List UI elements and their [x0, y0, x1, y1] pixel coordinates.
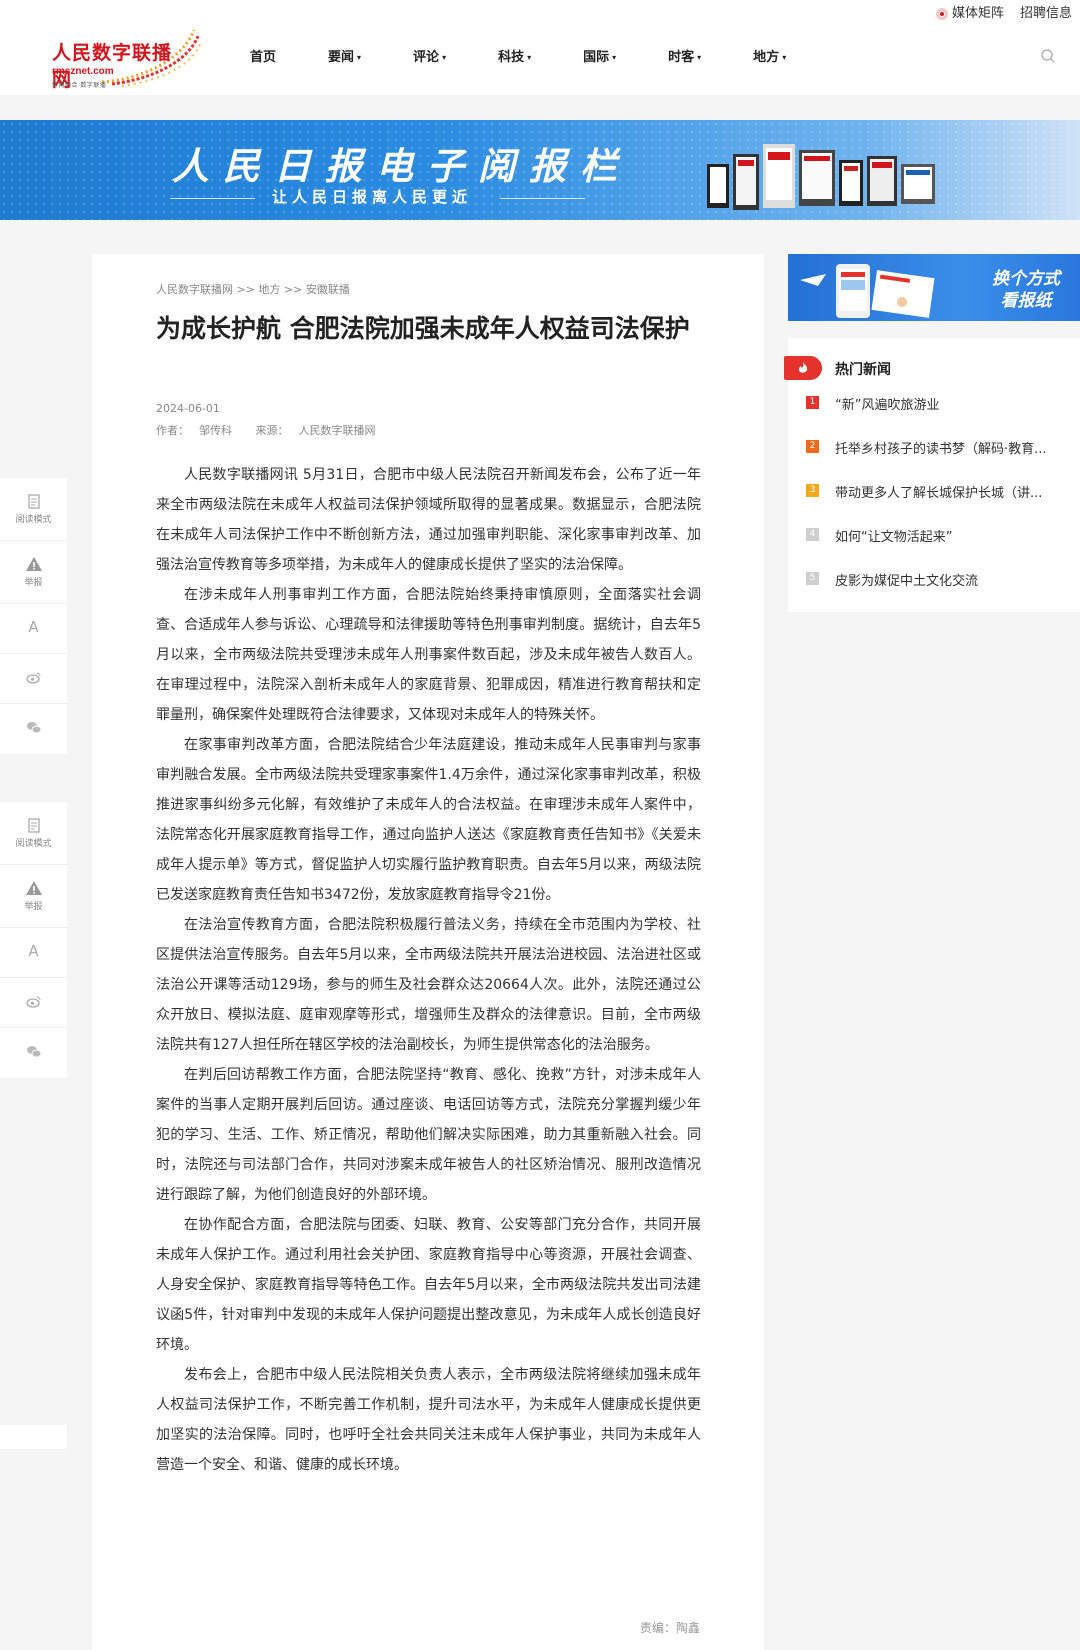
- fire-icon: [784, 356, 822, 380]
- font-size-icon: A: [28, 618, 39, 636]
- author-name: 邹传科: [199, 424, 232, 437]
- chevron-down-icon: ▾: [357, 53, 362, 62]
- share-weibo-button[interactable]: [0, 654, 67, 704]
- hot-news-header: 热门新闻: [784, 356, 1080, 384]
- weibo-icon: [25, 996, 40, 1008]
- nav-shike[interactable]: 时客 ▾: [668, 46, 701, 65]
- chevron-down-icon: ▾: [782, 53, 787, 62]
- nav-commentary[interactable]: 评论 ▾: [413, 46, 446, 65]
- reading-mode-button[interactable]: 阅读模式: [0, 802, 67, 865]
- article-meta: 作者： 邹传科 来源： 人民数字联播网: [156, 422, 396, 438]
- phone-newspaper-illustration: [800, 264, 935, 318]
- article-card: 人民数字联播网 >> 地方 >> 安徽联播 为成长护航 合肥法院加强未成年人权益…: [92, 254, 764, 1650]
- list-item[interactable]: 4 如何“让文物活起来”: [806, 526, 1047, 570]
- report-button[interactable]: 举报: [0, 865, 67, 928]
- media-matrix-link[interactable]: 媒体矩阵: [935, 2, 1004, 21]
- logo-slogan: 新网融合 数字联播: [52, 82, 107, 89]
- nav-news[interactable]: 要闻 ▾: [328, 46, 361, 65]
- hot-news-title: 热门新闻: [835, 362, 891, 378]
- hot-news-list: 1 “新”风遍吹旅游业 2 托举乡村孩子的读书梦（解码·教育... 3 带动更多人了解…: [806, 394, 1047, 614]
- font-size-button[interactable]: A: [0, 928, 67, 978]
- site-logo[interactable]: 人民数字联播网 rmsznet.com 新网融合 数字联播: [22, 12, 201, 91]
- share-weibo-button[interactable]: [0, 978, 67, 1028]
- collapsed-widget[interactable]: [0, 1425, 67, 1449]
- chevron-down-icon: ▾: [612, 53, 617, 62]
- author-label: 作者：: [156, 424, 189, 437]
- publish-date: 2024-06-01: [156, 402, 220, 415]
- nav-home[interactable]: 首页: [250, 46, 276, 65]
- ad-slogan: 换个方式 看报纸: [992, 269, 1060, 311]
- jobs-link[interactable]: 招聘信息: [1020, 2, 1072, 21]
- nav-international[interactable]: 国际 ▾: [583, 46, 616, 65]
- share-wechat-button[interactable]: [0, 1028, 67, 1078]
- rank-badge: 1: [806, 396, 819, 409]
- editor-credit: 责编：陶鑫: [639, 1621, 700, 1635]
- main-nav: 首页 要闻 ▾ 评论 ▾ 科技 ▾ 国际 ▾ 时客 ▾ 地方 ▾: [250, 46, 838, 65]
- rank-badge: 5: [806, 572, 819, 585]
- nav-tech[interactable]: 科技 ▾: [498, 46, 531, 65]
- chevron-down-icon: ▾: [697, 53, 702, 62]
- rank-badge: 4: [806, 528, 819, 541]
- side-toolbar: 阅读模式 举报 A: [0, 478, 67, 754]
- rank-badge: 3: [806, 484, 819, 497]
- list-item[interactable]: 1 “新”风遍吹旅游业: [806, 394, 1047, 438]
- nav-local[interactable]: 地方 ▾: [753, 46, 786, 65]
- book-icon: [27, 817, 40, 833]
- hot-news-panel: 热门新闻 1 “新”风遍吹旅游业 2 托举乡村孩子的读书梦（解码·教育... 3 带动…: [784, 338, 1080, 614]
- weibo-icon: [25, 672, 40, 684]
- side-toolbar-floating: 阅读模式 举报 A: [0, 802, 67, 1078]
- rank-badge: 2: [806, 440, 819, 453]
- reader-kiosk-illustration: [707, 144, 935, 210]
- logo-domain: rmsznet.com: [52, 66, 114, 77]
- banner-divider: [500, 198, 585, 199]
- reading-mode-button[interactable]: 阅读模式: [0, 478, 67, 541]
- font-size-button[interactable]: A: [0, 604, 67, 654]
- list-item[interactable]: 2 托举乡村孩子的读书梦（解码·教育...: [806, 438, 1047, 482]
- share-wechat-button[interactable]: [0, 704, 67, 754]
- warning-icon: [25, 881, 42, 895]
- banner-title: 人民日报电子阅报栏: [172, 144, 631, 188]
- chevron-down-icon: ▾: [442, 53, 447, 62]
- site-header: 人民数字联播网 rmsznet.com 新网融合 数字联播 媒体矩阵 招聘信息 …: [0, 0, 1080, 95]
- article-body: 人民数字联播网讯 5月31日，合肥市中级人民法院召开新闻发布会，公布了近一年来全…: [156, 460, 701, 1480]
- article-paragraph: 在涉未成年人刑事审判工作方面，合肥法院始终秉持审慎原则，全面落实社会调查、合适成…: [156, 587, 701, 723]
- report-button[interactable]: 举报: [0, 541, 67, 604]
- breadcrumb[interactable]: 人民数字联播网 >> 地方 >> 安徽联播: [156, 281, 350, 297]
- source-label: 来源：: [255, 424, 289, 437]
- warning-icon: [25, 557, 42, 571]
- chevron-down-icon: ▾: [527, 53, 532, 62]
- article-paragraph: 在家事审判改革方面，合肥法院结合少年法庭建设，推动未成年人民事审判与家事审判融合…: [156, 737, 701, 903]
- wechat-icon: [26, 722, 41, 734]
- article-paragraph: 在法治宣传教育方面，合肥法院积极履行普法义务，持续在全市范围内为学校、社区提供法…: [156, 917, 701, 1053]
- wechat-icon: [26, 1046, 41, 1058]
- article-paragraph: 在协作配合方面，合肥法院与团委、妇联、教育、公安等部门充分合作，共同开展未成年人…: [156, 1217, 701, 1353]
- e-newspaper-banner[interactable]: 人民日报电子阅报栏 让人民日报离人民更近: [0, 120, 1080, 220]
- article-paragraph: 发布会上，合肥市中级人民法院相关负责人表示，全市两级法院将继续加强未成年人权益司…: [156, 1367, 701, 1473]
- banner-subtitle: 让人民日报离人民更近: [272, 188, 473, 206]
- top-links: 媒体矩阵 招聘信息: [935, 2, 1072, 21]
- e-newspaper-ad[interactable]: 换个方式 看报纸: [788, 254, 1080, 321]
- list-item[interactable]: 3 带动更多人了解长城保护长城（讲...: [806, 482, 1047, 526]
- search-icon[interactable]: [1040, 48, 1056, 64]
- font-size-icon: A: [28, 942, 39, 960]
- article-title: 为成长护航 合肥法院加强未成年人权益司法保护: [156, 314, 690, 343]
- article-paragraph: 在判后回访帮教工作方面，合肥法院坚持“教育、感化、挽救”方针，对涉未成年人案件的…: [156, 1067, 701, 1203]
- book-icon: [27, 493, 40, 509]
- banner-divider: [170, 198, 255, 199]
- source-name: 人民数字联播网: [298, 424, 376, 437]
- list-item[interactable]: 5 皮影为媒促中土文化交流: [806, 570, 1047, 614]
- article-paragraph: 人民数字联播网讯 5月31日，合肥市中级人民法院召开新闻发布会，公布了近一年来全…: [156, 467, 701, 573]
- media-matrix-icon: [935, 7, 948, 20]
